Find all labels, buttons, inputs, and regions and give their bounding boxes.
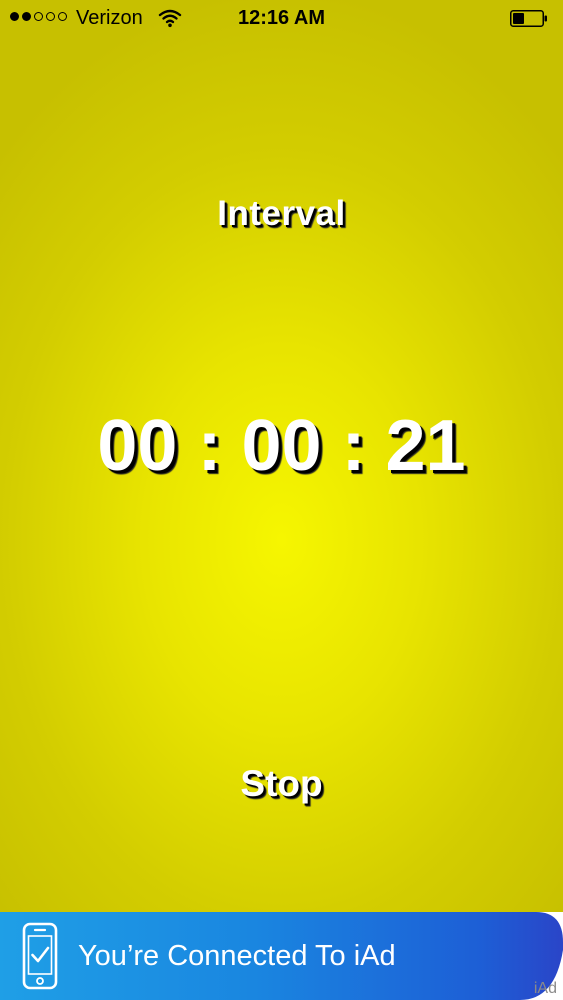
app-screen: Verizon 12:16 AM Interval 00 : 00 : 21 S…: [0, 0, 563, 1000]
phone-check-icon: [22, 922, 58, 990]
status-bar: Verizon 12:16 AM: [0, 0, 563, 36]
ad-brand-label: iAd: [533, 980, 557, 997]
battery-icon: [510, 10, 547, 27]
timer-mode-label: Interval: [217, 194, 346, 233]
timer-display: 00 : 00 : 21: [97, 406, 466, 486]
status-time: 12:16 AM: [237, 7, 326, 29]
stop-button[interactable]: Stop: [190, 756, 373, 812]
ad-message: You’re Connected To iAd: [78, 940, 396, 972]
iad-banner[interactable]: You’re Connected To iAd iAd: [0, 912, 563, 1000]
